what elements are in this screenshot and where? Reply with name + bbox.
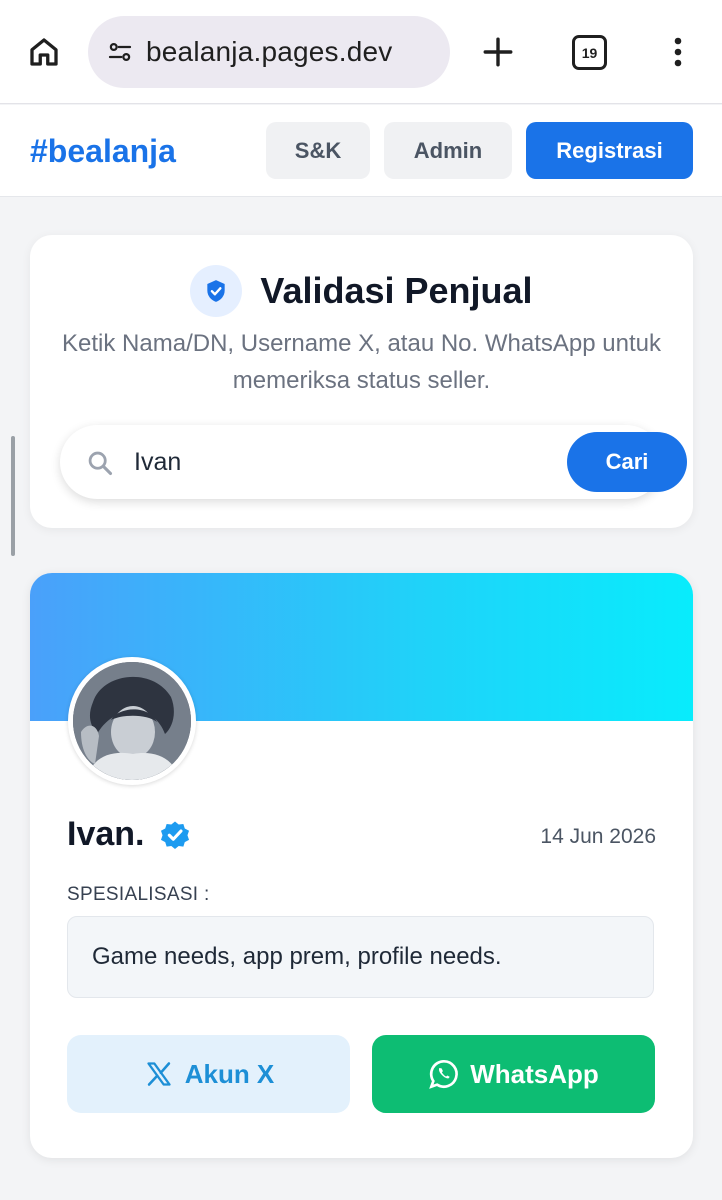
url-text[interactable]: bealanja.pages.dev <box>146 36 392 68</box>
whatsapp-label: WhatsApp <box>470 1058 599 1089</box>
brand-logo[interactable]: #bealanja <box>30 133 176 170</box>
specialization-text: Game needs, app prem, profile needs. <box>92 943 502 970</box>
home-icon[interactable] <box>22 30 66 74</box>
specialization-label: SPESIALISASI : <box>67 884 210 905</box>
seller-profile-card: Ivan. 14 Jun 2026 SPESIALISASI : Game ne… <box>30 573 693 1158</box>
validation-card: Validasi Penjual Ketik Nama/DN, Username… <box>30 235 693 528</box>
validation-heading: Validasi Penjual <box>30 265 693 317</box>
x-logo-icon <box>143 1058 175 1090</box>
address-bar[interactable]: bealanja.pages.dev <box>88 16 450 88</box>
search-input[interactable] <box>134 440 534 484</box>
shield-check-icon <box>190 265 243 317</box>
browser-toolbar: bealanja.pages.dev 19 <box>0 0 722 104</box>
search-bar[interactable]: Cari <box>60 425 687 499</box>
x-account-button[interactable]: Akun X <box>67 1035 350 1113</box>
tab-count: 19 <box>581 44 598 61</box>
seller-name: Ivan. <box>67 815 145 853</box>
specialization-box: Game needs, app prem, profile needs. <box>67 916 654 998</box>
seller-name-row: Ivan. <box>67 815 192 854</box>
seller-avatar <box>68 657 196 785</box>
verified-badge-icon <box>158 818 192 852</box>
sk-button[interactable]: S&K <box>266 122 370 179</box>
more-vert-icon[interactable] <box>664 30 692 74</box>
register-button[interactable]: Registrasi <box>526 122 693 179</box>
site-header: #bealanja S&K Admin Registrasi <box>0 105 722 197</box>
new-tab-plus-icon[interactable] <box>476 30 520 74</box>
whatsapp-icon <box>428 1058 460 1090</box>
search-icon <box>86 449 114 477</box>
admin-button[interactable]: Admin <box>384 122 512 179</box>
whatsapp-button[interactable]: WhatsApp <box>372 1035 655 1113</box>
x-account-label: Akun X <box>184 1058 275 1089</box>
search-button[interactable]: Cari <box>567 432 687 492</box>
validation-description: Ketik Nama/DN, Username X, atau No. What… <box>62 330 661 394</box>
seller-date: 14 Jun 2026 <box>540 825 656 848</box>
scroll-indicator[interactable] <box>11 436 15 556</box>
site-settings-icon[interactable] <box>104 36 136 68</box>
tab-switcher-icon[interactable]: 19 <box>572 35 607 70</box>
validation-title: Validasi Penjual <box>260 270 533 311</box>
